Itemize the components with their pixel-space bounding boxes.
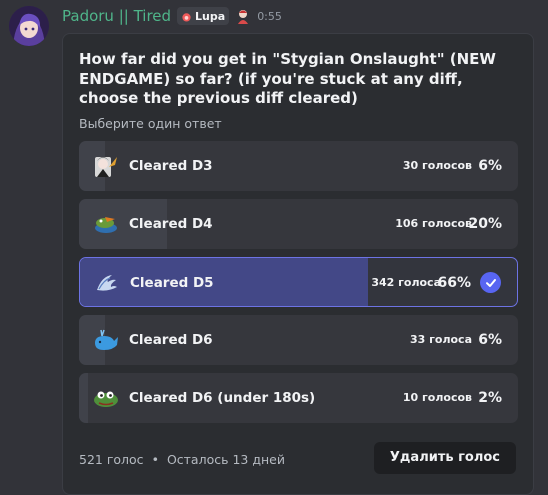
poll-answer-fill xyxy=(79,373,88,423)
poll-answer-votes: 10 голосов xyxy=(402,391,472,404)
checkmark-icon xyxy=(480,272,501,293)
poll-answer-votes: 106 голосов xyxy=(395,217,472,230)
poll-answer-percent: 6% xyxy=(478,158,502,174)
frog-emoji-icon xyxy=(93,211,119,237)
separator: • xyxy=(151,452,159,467)
whale-emoji-icon xyxy=(93,327,119,353)
poll-card: How far did you get in "Stygian Onslaugh… xyxy=(62,33,534,495)
pepe-frog-emoji-icon xyxy=(93,385,119,411)
poll-answer-label: Cleared D5 xyxy=(130,275,214,291)
role-icon xyxy=(235,8,251,24)
server-tag-label: Lupa xyxy=(195,9,226,23)
poll-answer-votes: 342 голоса xyxy=(371,276,441,289)
poll-answer-label: Cleared D3 xyxy=(129,158,213,174)
poll-answer-d4[interactable]: Cleared D4 106 голосов 20% xyxy=(79,199,518,249)
user-avatar[interactable] xyxy=(9,6,49,46)
poll-answer-percent: 20% xyxy=(468,216,502,232)
poll-answer-fill xyxy=(80,258,369,306)
poll-answer-label: Cleared D6 xyxy=(129,332,213,348)
poll-answer-d5[interactable]: Cleared D5 342 голоса 66% xyxy=(79,257,518,307)
poll-answer-label: Cleared D4 xyxy=(129,216,213,232)
poll-hint: Выберите один ответ xyxy=(79,116,222,131)
poll-answer-percent: 66% xyxy=(437,275,471,291)
username[interactable]: Padoru || Tired xyxy=(62,7,171,25)
server-tag[interactable]: Lupa xyxy=(177,7,230,25)
poll-answer-percent: 6% xyxy=(478,332,502,348)
flame-icon xyxy=(182,12,191,22)
poll-question: How far did you get in "Stygian Onslaugh… xyxy=(79,50,496,107)
message-header: Padoru || Tired Lupa 0:55 xyxy=(62,6,282,26)
wing-emoji-icon xyxy=(94,270,120,296)
poll-answer-d6[interactable]: Cleared D6 33 голоса 6% xyxy=(79,315,518,365)
poll-answer-percent: 2% xyxy=(478,390,502,406)
time-left: Осталось 13 дней xyxy=(166,452,285,467)
poll-answer-d6-under-180s[interactable]: Cleared D6 (under 180s) 10 голосов 2% xyxy=(79,373,518,423)
poll-answer-d3[interactable]: Cleared D3 30 голосов 6% xyxy=(79,141,518,191)
remove-vote-button[interactable]: Удалить голос xyxy=(373,442,516,474)
anime-character-emoji-icon xyxy=(93,153,119,179)
poll-footer: 521 голос • Осталось 13 дней xyxy=(79,444,285,476)
poll-answer-votes: 30 голосов xyxy=(402,159,472,172)
timestamp: 0:55 xyxy=(257,9,282,23)
total-votes[interactable]: 521 голос xyxy=(79,452,144,467)
poll-answer-votes: 33 голоса xyxy=(410,333,472,346)
poll-answer-label: Cleared D6 (under 180s) xyxy=(129,390,316,406)
